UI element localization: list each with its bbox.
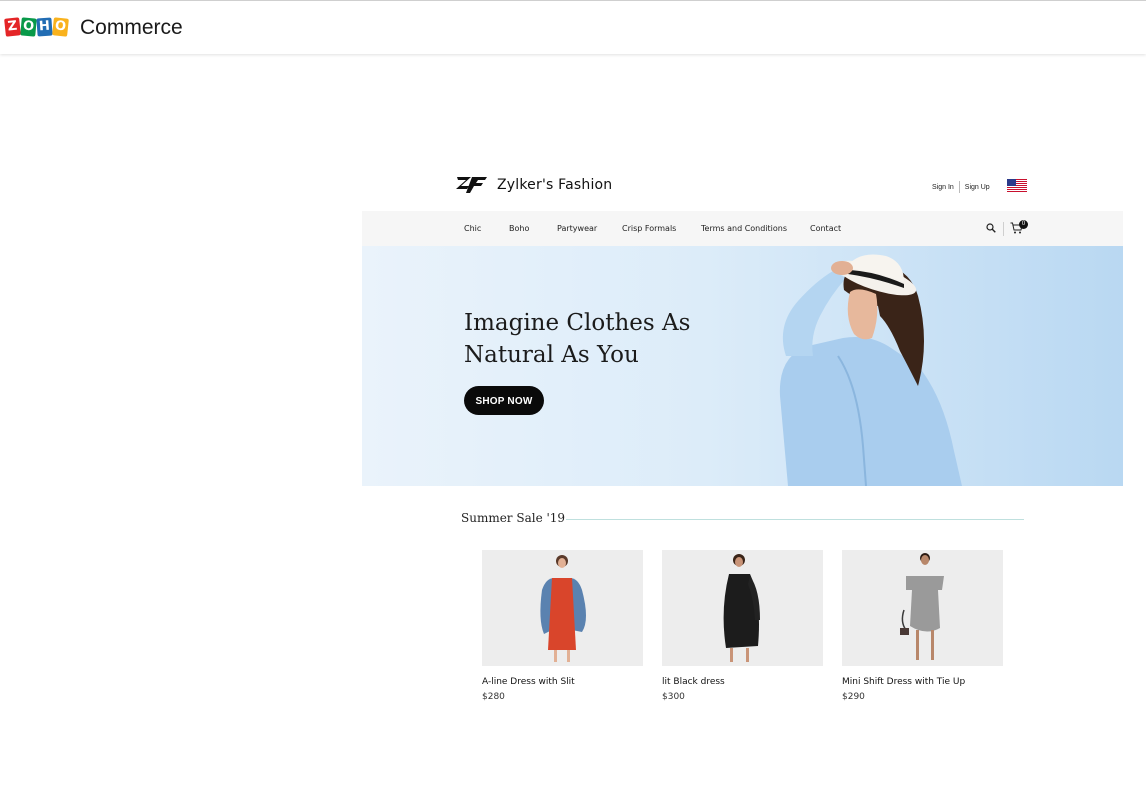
nav-divider — [1003, 222, 1004, 236]
zoho-logo-h: H — [36, 17, 53, 37]
nav-terms[interactable]: Terms and Conditions — [701, 224, 787, 233]
hero-model-image — [779, 254, 962, 486]
app-header: Z O H O Commerce — [0, 0, 1146, 54]
nav-chic[interactable]: Chic — [464, 224, 481, 233]
product-image-art — [900, 553, 944, 660]
zoho-logo-o2: O — [52, 17, 69, 37]
product-image-art — [723, 554, 760, 662]
nav-crisp-formals[interactable]: Crisp Formals — [622, 224, 676, 233]
section-divider — [566, 519, 1024, 520]
zoho-logo-z: Z — [4, 17, 21, 37]
auth-divider — [958, 181, 960, 193]
product-image[interactable] — [482, 550, 643, 666]
store-header: Zylker's Fashion Sign In Sign Up — [362, 160, 1123, 211]
store-preview: Zylker's Fashion Sign In Sign Up Chic Bo… — [362, 160, 1123, 720]
product-image[interactable] — [842, 550, 1003, 666]
product-price: $290 — [842, 692, 865, 702]
nav-partywear[interactable]: Partywear — [557, 224, 597, 233]
zoho-logo[interactable]: Z O H O — [4, 17, 69, 37]
product-image[interactable] — [662, 550, 823, 666]
brand-name[interactable]: Zylker's Fashion — [497, 177, 612, 193]
product-name[interactable]: Mini Shift Dress with Tie Up — [842, 677, 1003, 687]
search-icon[interactable] — [986, 223, 996, 233]
product-card[interactable]: Mini Shift Dress with Tie Up $290 — [842, 550, 1003, 702]
sign-up-link[interactable]: Sign Up — [965, 184, 990, 191]
zoho-logo-o: O — [20, 17, 37, 37]
brand-logo-icon[interactable] — [456, 175, 488, 195]
product-image-art — [540, 555, 586, 662]
flag-us-icon[interactable] — [1007, 179, 1027, 192]
sign-in-link[interactable]: Sign In — [932, 184, 954, 191]
product-price: $300 — [662, 692, 685, 702]
shop-now-button[interactable]: SHOP NOW — [464, 386, 544, 415]
hero-banner: Imagine Clothes As Natural As You SHOP N… — [362, 246, 1123, 486]
app-name: Commerce — [80, 16, 183, 39]
hero-title: Imagine Clothes As Natural As You — [464, 310, 691, 368]
product-card[interactable]: lit Black dress $300 — [662, 550, 823, 702]
product-price: $280 — [482, 692, 505, 702]
store-nav: Chic Boho Partywear Crisp Formals Terms … — [362, 211, 1123, 246]
auth-links: Sign In Sign Up — [932, 181, 990, 193]
product-card[interactable]: A-line Dress with Slit $280 — [482, 550, 643, 702]
product-name[interactable]: A-line Dress with Slit — [482, 677, 643, 687]
nav-boho[interactable]: Boho — [509, 224, 529, 233]
cart-count-badge: 0 — [1019, 220, 1028, 229]
nav-contact[interactable]: Contact — [810, 224, 841, 233]
section-title: Summer Sale '19 — [461, 511, 566, 525]
product-name[interactable]: lit Black dress — [662, 677, 823, 687]
